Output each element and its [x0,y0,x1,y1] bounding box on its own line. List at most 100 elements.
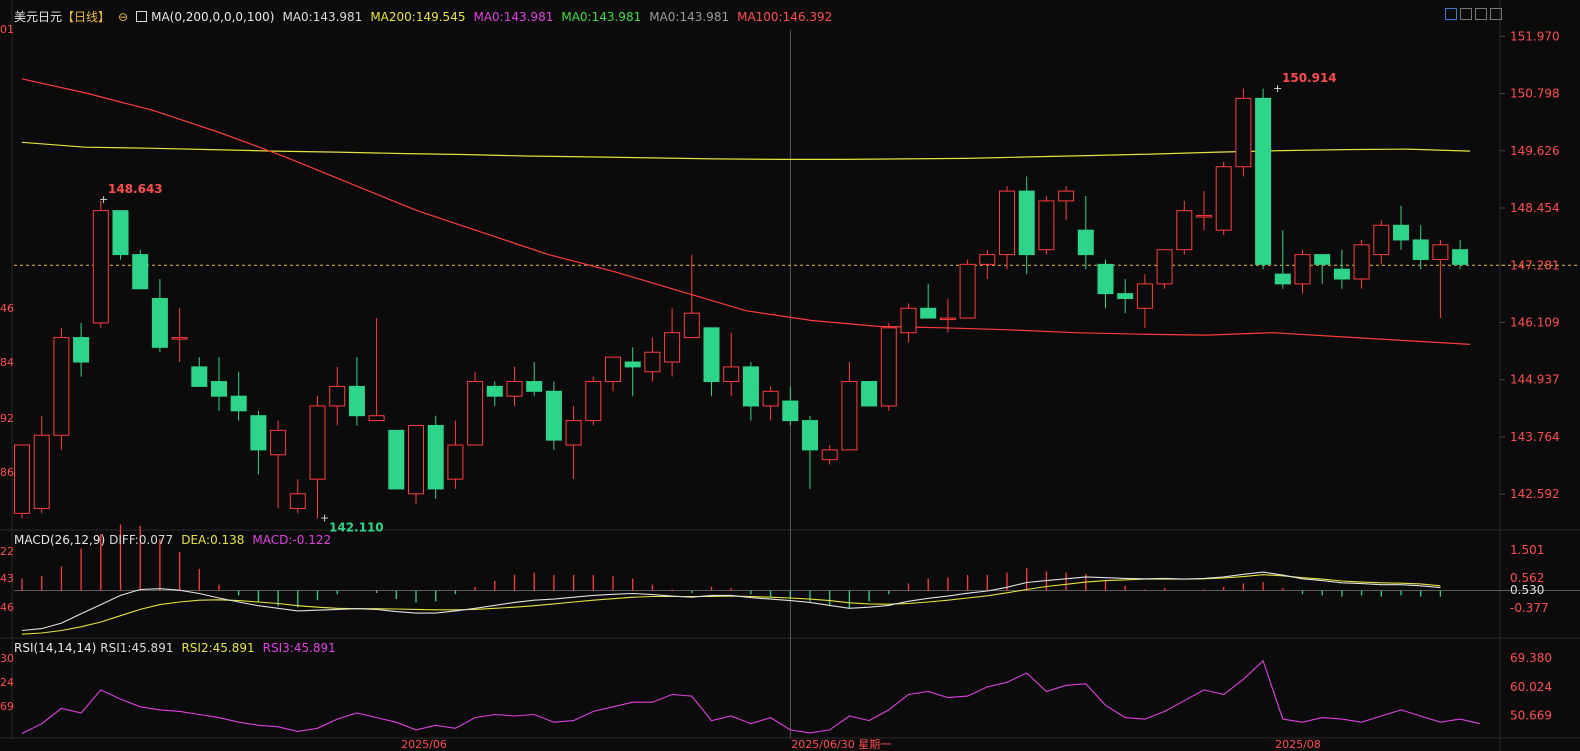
ma200-line [21,141,1471,160]
price-tick-label: 151.970 [1510,29,1560,43]
annotation-marker: + [1273,82,1282,95]
candle-body [1117,293,1134,300]
candle-body [624,361,641,368]
candle-body [112,210,129,256]
macd-diff-line [21,571,1441,632]
candle-body [1156,249,1173,285]
rsi-line [21,659,1480,734]
candle-body [1274,273,1291,285]
candle-body [1176,210,1193,251]
candle-body [33,434,50,509]
candle-body [151,298,168,348]
candle-body [329,385,346,407]
left-tick-label: 86 [0,466,14,479]
main-legend: 美元日元【日线】 ⊖ MA(0,200,0,0,0,100) MA0:143.981 M… [14,9,848,25]
candle-body [368,415,385,422]
candle-body [1058,190,1075,202]
candle-body [959,263,976,319]
price-tick-label: 143.764 [1510,430,1560,444]
price-tick-label: 144.937 [1510,373,1560,387]
candle-body [486,385,503,397]
left-tick-label: 22 [0,545,14,558]
macd-value-2: MACD:-0.122 [252,533,332,547]
candle-body [1038,200,1055,251]
candle-body [1432,244,1449,260]
candle-body [723,366,740,383]
candle-body [132,254,149,290]
rsi-label[interactable]: RSI(14,14,14) [14,641,96,655]
candle-body [73,337,90,363]
settings-icon[interactable]: ⊖ [118,10,128,24]
candle-body [683,312,700,339]
price-chart: 151.970150.798149.626148.454147.281146.1… [0,0,1580,751]
price-tick-label: 142.592 [1510,487,1560,501]
candle-body [644,351,661,373]
rsi-value-0: RSI1:45.891 [100,641,174,655]
candle-body [1097,263,1114,295]
crosshair-icon[interactable] [1445,8,1457,20]
candle-body [191,366,208,387]
macd-value-0: DIFF:0.077 [109,533,174,547]
ma-values: MA0:143.981 MA200:149.545 MA0:143.981 MA0:1… [282,10,840,24]
candle-body [1235,97,1252,168]
period-label[interactable]: 【日线】 [62,10,110,24]
left-tick-label: 46 [0,601,14,614]
candle-body [467,381,484,446]
price-tick-label: 150.798 [1510,87,1560,101]
candle-body [1452,249,1469,265]
rsi-left-tick-label: 30 [0,652,14,665]
ma-value-3: MA0:143.981 [561,10,642,24]
layout-icon[interactable] [1460,8,1472,20]
annotation-marker: + [320,512,329,525]
ma-label[interactable]: MA(0,200,0,0,0,100) [151,10,274,24]
candle-body [408,424,424,495]
candle-body [762,390,779,407]
candle-body [250,415,267,451]
ma-value-5: MA100:146.392 [737,10,833,24]
candle-body [880,327,897,407]
annotation-label: 148.643 [108,182,163,196]
x-axis-label: 2025/08 [1275,738,1321,751]
candle-body [841,381,858,451]
price-tick-label: 149.626 [1510,144,1560,158]
rsi-legend: RSI(14,14,14) RSI1:45.891 RSI2:45.891 RSI3:… [14,640,352,656]
candle-body [1018,190,1035,256]
ma100-line [21,78,1471,345]
left-tick-label: 01 [0,23,14,36]
candle-body [92,210,109,324]
candle-body [1314,254,1331,265]
candle-body [1333,268,1350,280]
macd-tick-label: 0.530 [1510,583,1544,597]
candle-body [526,381,543,392]
candle-body [506,381,523,397]
candle-body [171,337,188,340]
rsi-values: RSI1:45.891 RSI2:45.891 RSI3:45.891 [100,641,344,655]
candle-body [999,190,1015,256]
macd-value-1: DEA:0.138 [181,533,245,547]
candle-body [427,424,444,490]
candle-body [1196,215,1212,218]
rsi-value-1: RSI2:45.891 [181,641,255,655]
rsi-tick-label: 69.380 [1510,651,1552,665]
ma-value-2: MA0:143.981 [473,10,554,24]
candle-body [53,337,70,436]
symbol-name[interactable]: 美元日元 [14,10,62,24]
candle-body [900,307,917,334]
candle-body [664,332,681,363]
candle-body [821,449,838,461]
candle-body [348,385,365,417]
candle-body [920,307,937,319]
candle-body [270,429,287,456]
annotation-label: 150.914 [1282,71,1337,85]
rsi-tick-label: 50.669 [1510,709,1552,723]
expand-icon[interactable] [1490,8,1502,20]
layout-icon-2[interactable] [1475,8,1487,20]
candle-body [565,420,582,446]
candle-body [782,400,799,422]
macd-values: DIFF:0.077 DEA:0.138 MACD:-0.122 [109,533,339,547]
candle-body [14,444,30,514]
candle-body [1393,224,1409,241]
ma-indicator-icon[interactable] [136,11,148,22]
candle-body [703,327,720,383]
macd-label[interactable]: MACD(26,12,9) [14,533,105,547]
